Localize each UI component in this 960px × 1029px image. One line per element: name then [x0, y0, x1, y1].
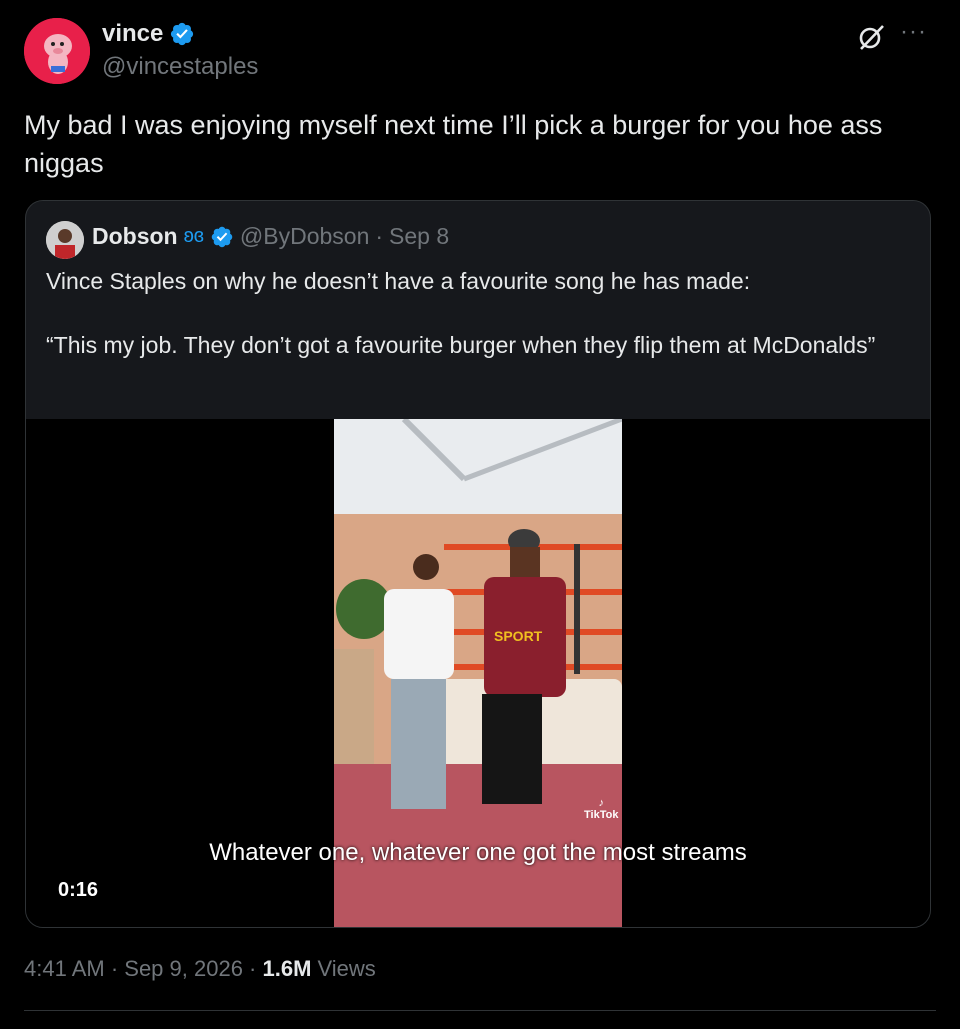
video-duration: 0:16 — [58, 879, 99, 901]
quote-separator: · — [375, 223, 384, 249]
quote-date[interactable]: Sep 8 — [389, 223, 449, 250]
grok-icon[interactable] — [856, 22, 886, 52]
views-label: Views — [311, 956, 376, 981]
more-icon[interactable]: ··· — [900, 20, 934, 52]
video-caption: Whatever one, whatever one got the most … — [209, 839, 747, 866]
divider — [24, 1010, 936, 1011]
quote-text: Vince Staples on why he doesn’t have a f… — [46, 268, 876, 358]
tweet-text: My bad I was enjoying myself next time I… — [24, 110, 883, 178]
tiktok-watermark: ♪ TikTok — [584, 797, 619, 821]
author-name-row[interactable]: vince — [102, 20, 195, 48]
video-player[interactable]: SPORT ♪ TikTok Whatever one, whatever on… — [26, 419, 930, 927]
svg-text:SPORT: SPORT — [494, 628, 543, 644]
quote-author-name[interactable]: Dobson — [92, 223, 178, 250]
author-avatar[interactable] — [24, 18, 90, 84]
verified-badge-icon — [211, 226, 233, 247]
views-count: 1.6M — [262, 956, 312, 981]
quoted-tweet-card[interactable]: Dobson ʚɞ @ByDobson · Sep 8 Vince Staple… — [25, 200, 931, 928]
butterfly-icon: ʚɞ — [183, 225, 204, 247]
tweet-timestamp[interactable]: 4:41 AM · Sep 9, 2026 · — [24, 956, 262, 981]
quote-author-avatar[interactable] — [46, 221, 84, 259]
verified-badge-icon — [171, 22, 194, 46]
tweet-meta: 4:41 AM · Sep 9, 2026 · 1.6M Views — [24, 956, 376, 982]
author-name[interactable]: vince — [102, 20, 163, 48]
author-handle[interactable]: @vincestaples — [102, 53, 258, 81]
tiktok-icon: ♪ — [598, 797, 604, 809]
quote-author-handle[interactable]: @ByDobson — [240, 223, 369, 250]
quote-header: Dobson ʚɞ @ByDobson · Sep 8 — [92, 223, 449, 250]
